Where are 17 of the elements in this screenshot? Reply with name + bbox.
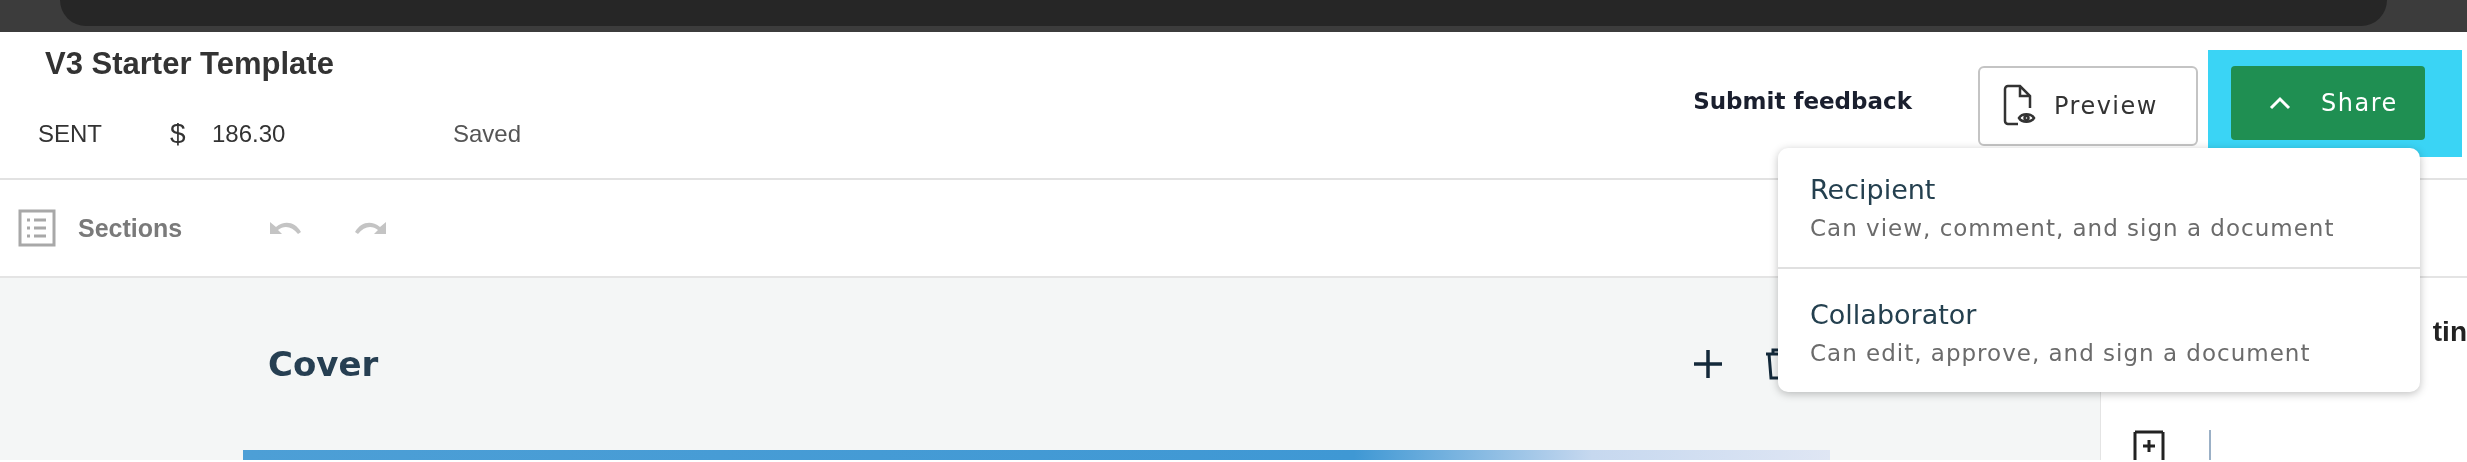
currency-symbol: $ <box>170 118 187 150</box>
section-title: Cover <box>268 344 379 384</box>
list-icon <box>18 209 56 247</box>
share-option[interactable]: Collaborator Can edit, approve, and sign a document <box>1778 267 2420 392</box>
chevron-up-icon <box>2269 96 2291 110</box>
plus-icon[interactable] <box>1692 348 1724 380</box>
save-status: Saved <box>453 120 522 148</box>
share-button[interactable]: Share <box>2231 66 2425 140</box>
feedback-link[interactable]: Submit feedback <box>1693 88 1912 114</box>
panel-heading: tin <box>2432 316 2467 348</box>
document-title: V3 Starter Template <box>45 46 335 82</box>
document-amount: 186.30 <box>212 120 287 148</box>
sections-button[interactable]: Sections <box>18 209 183 247</box>
preview-button[interactable]: Preview <box>1978 66 2198 146</box>
share-option[interactable]: Recipient Can view, comment, and sign a document <box>1778 148 2420 267</box>
status-label: SENT <box>38 120 103 148</box>
document-eye-icon <box>2002 84 2036 128</box>
